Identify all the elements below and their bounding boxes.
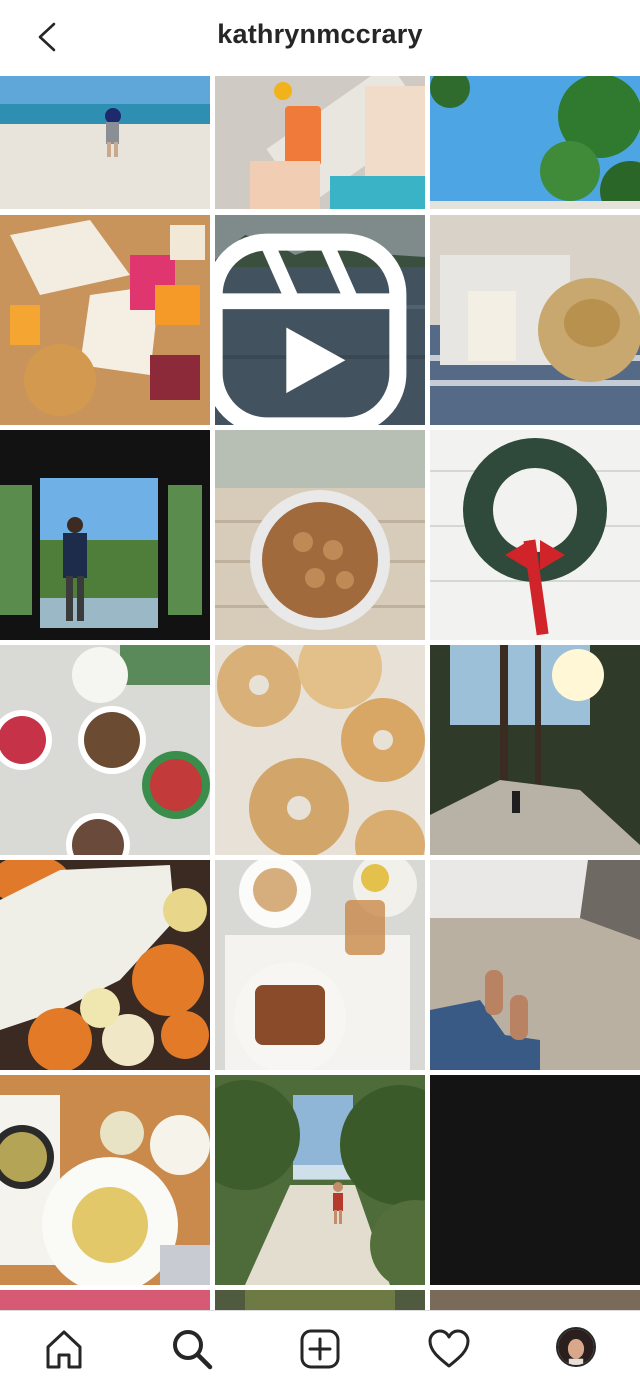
nav-home-button[interactable] [42,1327,86,1371]
post-thumbnail-partial [0,1290,210,1310]
post-thumbnail-ice-cream-tubs [0,645,210,855]
grid-post[interactable] [215,215,425,425]
post-thumbnail-man-at-window [0,430,210,640]
heart-icon [428,1329,470,1368]
post-thumbnail-bowl-of-peanuts [215,430,425,640]
grid-post[interactable] [0,1290,210,1310]
post-thumbnail-dark-image [430,1075,640,1285]
reel-icon [215,233,407,425]
grid-post[interactable] [430,1290,640,1310]
grid-post[interactable] [215,76,425,209]
grid-post[interactable] [0,430,210,640]
grid-post[interactable] [215,1075,425,1285]
grid-post[interactable] [0,1075,210,1285]
grid-post[interactable] [430,430,640,640]
post-thumbnail-bagels [215,645,425,855]
post-thumbnail-feet-on-ground [430,860,640,1070]
top-bar: kathrynmccrary [0,0,640,74]
nav-search-button[interactable] [170,1327,214,1371]
profile-avatar[interactable] [556,1327,596,1367]
bottom-nav [0,1310,640,1387]
post-thumbnail-cafe-breakfast [215,860,425,1070]
grid-post[interactable] [430,645,640,855]
search-icon [173,1330,213,1370]
nav-activity-button[interactable] [427,1327,471,1371]
nav-new-post-button[interactable] [298,1327,342,1371]
avatar-image [558,1329,594,1365]
grid-post[interactable] [430,860,640,1070]
post-thumbnail-tree-and-sky [430,76,640,209]
grid-post[interactable] [430,215,640,425]
post-thumbnail-partial [215,1290,425,1310]
post-thumbnail-child-on-beach [0,76,210,209]
post-thumbnail-book-and-straw-hat [430,215,640,425]
new-post-icon [300,1329,340,1369]
grid-post[interactable] [430,76,640,209]
grid-post[interactable] [0,76,210,209]
grid-post[interactable] [0,860,210,1070]
grid-post[interactable] [0,215,210,425]
profile-username-title: kathrynmccrary [217,19,423,49]
grid-post[interactable] [430,1075,640,1285]
post-thumbnail-sunlit-forest-path [430,645,640,855]
post-thumbnail-food-platter [0,215,210,425]
post-thumbnail-beach-path-child [215,1075,425,1285]
grid-post[interactable] [215,430,425,640]
grid-post[interactable] [215,645,425,855]
grid-post[interactable] [215,860,425,1070]
grid-post[interactable] [215,1290,425,1310]
home-icon [46,1330,82,1369]
post-thumbnail-pasta-dinner [0,1075,210,1285]
post-thumbnail-cocktail-on-beach [215,76,425,209]
post-thumbnail-pumpkins-and-flowers [0,860,210,1070]
grid-post[interactable] [0,645,210,855]
post-thumbnail-partial [430,1290,640,1310]
post-thumbnail-christmas-wreath [430,430,640,640]
